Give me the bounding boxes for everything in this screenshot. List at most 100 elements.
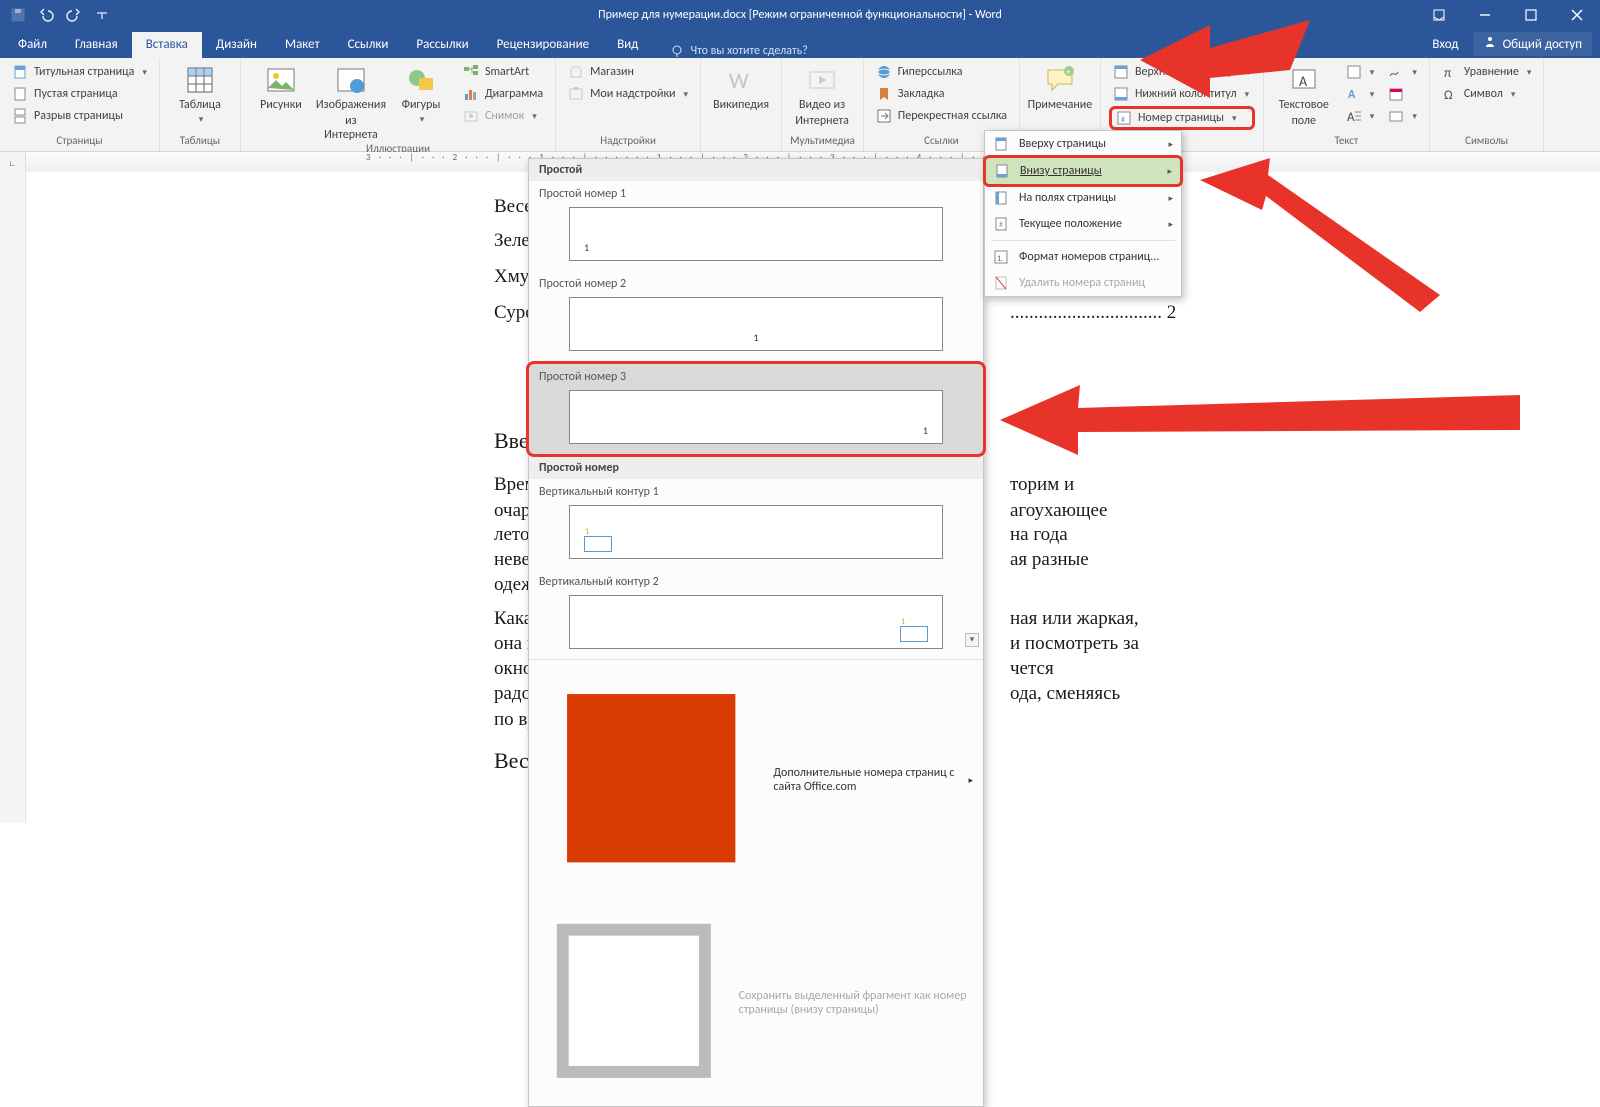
signin-link[interactable]: Вход <box>1432 37 1458 52</box>
gallery-scroll-down[interactable]: ▾ <box>965 633 979 647</box>
close-button[interactable] <box>1554 0 1600 30</box>
tab-design[interactable]: Дизайн <box>202 32 271 58</box>
vertical-ruler[interactable] <box>0 172 26 823</box>
tab-home[interactable]: Главная <box>61 32 132 58</box>
signature-line-button[interactable]: ▾ <box>1384 62 1421 82</box>
submenu-arrow-icon: ▸ <box>1168 139 1173 150</box>
tab-file[interactable]: Файл <box>4 32 61 58</box>
hyperlink-icon <box>876 64 892 80</box>
group-illustrations: Рисунки Изображенияиз Интернета Фигуры▾ … <box>241 58 556 151</box>
menu-current-position[interactable]: #Текущее положение▸ <box>985 211 1181 237</box>
crossref-button[interactable]: Перекрестная ссылка <box>872 106 1011 126</box>
page-bottom-icon <box>994 163 1010 179</box>
online-pictures-button[interactable]: Изображенияиз Интернета <box>319 62 383 142</box>
gallery-item-vert-1[interactable]: 1 <box>569 505 943 559</box>
addins-icon <box>568 86 584 102</box>
svg-text:#: # <box>1121 115 1125 125</box>
svg-text:W: W <box>729 67 749 94</box>
page-margins-icon <box>993 190 1009 206</box>
gallery-item-label: Простой номер 1 <box>529 181 983 203</box>
group-symbols: πУравнение▾ ΩСимвол▾ Символы <box>1430 58 1545 151</box>
blank-page-button[interactable]: Пустая страница <box>8 84 151 104</box>
dropcap-icon: A <box>1346 108 1362 124</box>
bookmark-button[interactable]: Закладка <box>872 84 1011 104</box>
format-icon: 1. <box>993 249 1009 265</box>
gallery-item-plain-2[interactable]: 1 <box>569 297 943 351</box>
gallery-item-plain-3[interactable]: 1 <box>569 390 943 444</box>
gallery-item-plain-1[interactable]: 1 <box>569 207 943 261</box>
chart-icon <box>463 86 479 102</box>
ribbon-options-icon[interactable] <box>1416 0 1462 30</box>
datetime-button[interactable] <box>1384 84 1421 104</box>
tell-me-search[interactable]: Что вы хотите сделать? <box>670 44 807 58</box>
my-addins-button[interactable]: Мои надстройки▾ <box>564 84 692 104</box>
tab-mailings[interactable]: Рассылки <box>402 32 482 58</box>
table-button[interactable]: Таблица▾ <box>168 62 232 134</box>
wikipedia-icon: W <box>725 64 757 96</box>
shapes-button[interactable]: Фигуры▾ <box>389 62 453 142</box>
pictures-icon <box>265 64 297 96</box>
footer-button[interactable]: Нижний колонтитул▾ <box>1109 84 1255 104</box>
cover-page-button[interactable]: Титульная страница▾ <box>8 62 151 82</box>
page-number-gallery: Простой Простой номер 1 1 Простой номер … <box>528 158 984 1107</box>
blank-page-icon <box>12 86 28 102</box>
header-icon <box>1113 64 1129 80</box>
menu-top-of-page[interactable]: Вверху страницы▸ <box>985 131 1181 157</box>
tab-insert[interactable]: Вставка <box>132 32 202 58</box>
page-number-button[interactable]: #Номер страницы▾ <box>1109 106 1255 130</box>
quickparts-icon <box>1346 64 1362 80</box>
equation-icon: π <box>1442 64 1458 80</box>
tab-review[interactable]: Рецензирование <box>483 32 603 58</box>
signature-icon <box>1388 64 1404 80</box>
dropcap-button[interactable]: A▾ <box>1342 106 1379 126</box>
svg-text:+: + <box>1066 67 1071 78</box>
share-button[interactable]: Общий доступ <box>1473 32 1592 56</box>
gallery-item-vert-2[interactable]: 1 <box>569 595 943 649</box>
wordart-button[interactable]: A▾ <box>1342 84 1379 104</box>
save-icon[interactable] <box>10 7 26 23</box>
page-break-button[interactable]: Разрыв страницы <box>8 106 151 126</box>
tab-layout[interactable]: Макет <box>271 32 334 58</box>
svg-text:A: A <box>1347 110 1355 124</box>
office-icon <box>539 666 763 894</box>
maximize-button[interactable] <box>1508 0 1554 30</box>
online-pictures-icon <box>335 64 367 96</box>
hyperlink-button[interactable]: Гиперссылка <box>872 62 1011 82</box>
group-addins: Магазин Мои надстройки▾ Надстройки <box>556 58 701 151</box>
symbol-button[interactable]: ΩСимвол▾ <box>1438 84 1536 104</box>
quickparts-button[interactable]: ▾ <box>1342 62 1379 82</box>
group-caption: Страницы <box>8 134 151 149</box>
screenshot-icon <box>463 108 479 124</box>
chevron-down-icon: ▾ <box>142 67 147 78</box>
store-button[interactable]: Магазин <box>564 62 692 82</box>
pictures-button[interactable]: Рисунки <box>249 62 313 142</box>
minimize-button[interactable] <box>1462 0 1508 30</box>
smartart-button[interactable]: SmartArt <box>459 62 547 82</box>
equation-button[interactable]: πУравнение▾ <box>1438 62 1536 82</box>
object-button[interactable]: ▾ <box>1384 106 1421 126</box>
redo-icon[interactable] <box>66 7 82 23</box>
group-tables: Таблица▾ Таблицы <box>160 58 241 151</box>
bulb-icon <box>670 44 684 58</box>
tab-view[interactable]: Вид <box>603 32 652 58</box>
tab-references[interactable]: Ссылки <box>334 32 403 58</box>
gallery-save-selection: Сохранить выделенный фрагмент как номер … <box>529 900 983 1106</box>
online-video-button[interactable]: Видео изИнтернета <box>790 62 854 134</box>
chart-button[interactable]: Диаграмма <box>459 84 547 104</box>
menu-page-margins[interactable]: На полях страницы▸ <box>985 185 1181 211</box>
gallery-more-office[interactable]: Дополнительные номера страниц с сайта Of… <box>529 660 983 900</box>
wikipedia-button[interactable]: WВикипедия <box>709 62 773 134</box>
video-icon <box>806 64 838 96</box>
menu-bottom-of-page[interactable]: Внизу страницы▸ <box>983 155 1183 187</box>
header-button[interactable]: Верхний колонтитул▾ <box>1109 62 1255 82</box>
smartart-icon <box>463 64 479 80</box>
menu-format-page-numbers[interactable]: 1.Формат номеров страниц... <box>985 244 1181 270</box>
textbox-button[interactable]: AТекстовоеполе <box>1272 62 1336 134</box>
comment-icon: + <box>1044 64 1076 96</box>
svg-text:π: π <box>1444 66 1451 80</box>
svg-text:Ω: Ω <box>1444 88 1453 102</box>
undo-icon[interactable] <box>38 7 54 23</box>
comment-button[interactable]: +Примечание <box>1028 62 1092 134</box>
screenshot-button[interactable]: Снимок▾ <box>459 106 547 126</box>
qat-customize-icon[interactable] <box>94 7 110 23</box>
